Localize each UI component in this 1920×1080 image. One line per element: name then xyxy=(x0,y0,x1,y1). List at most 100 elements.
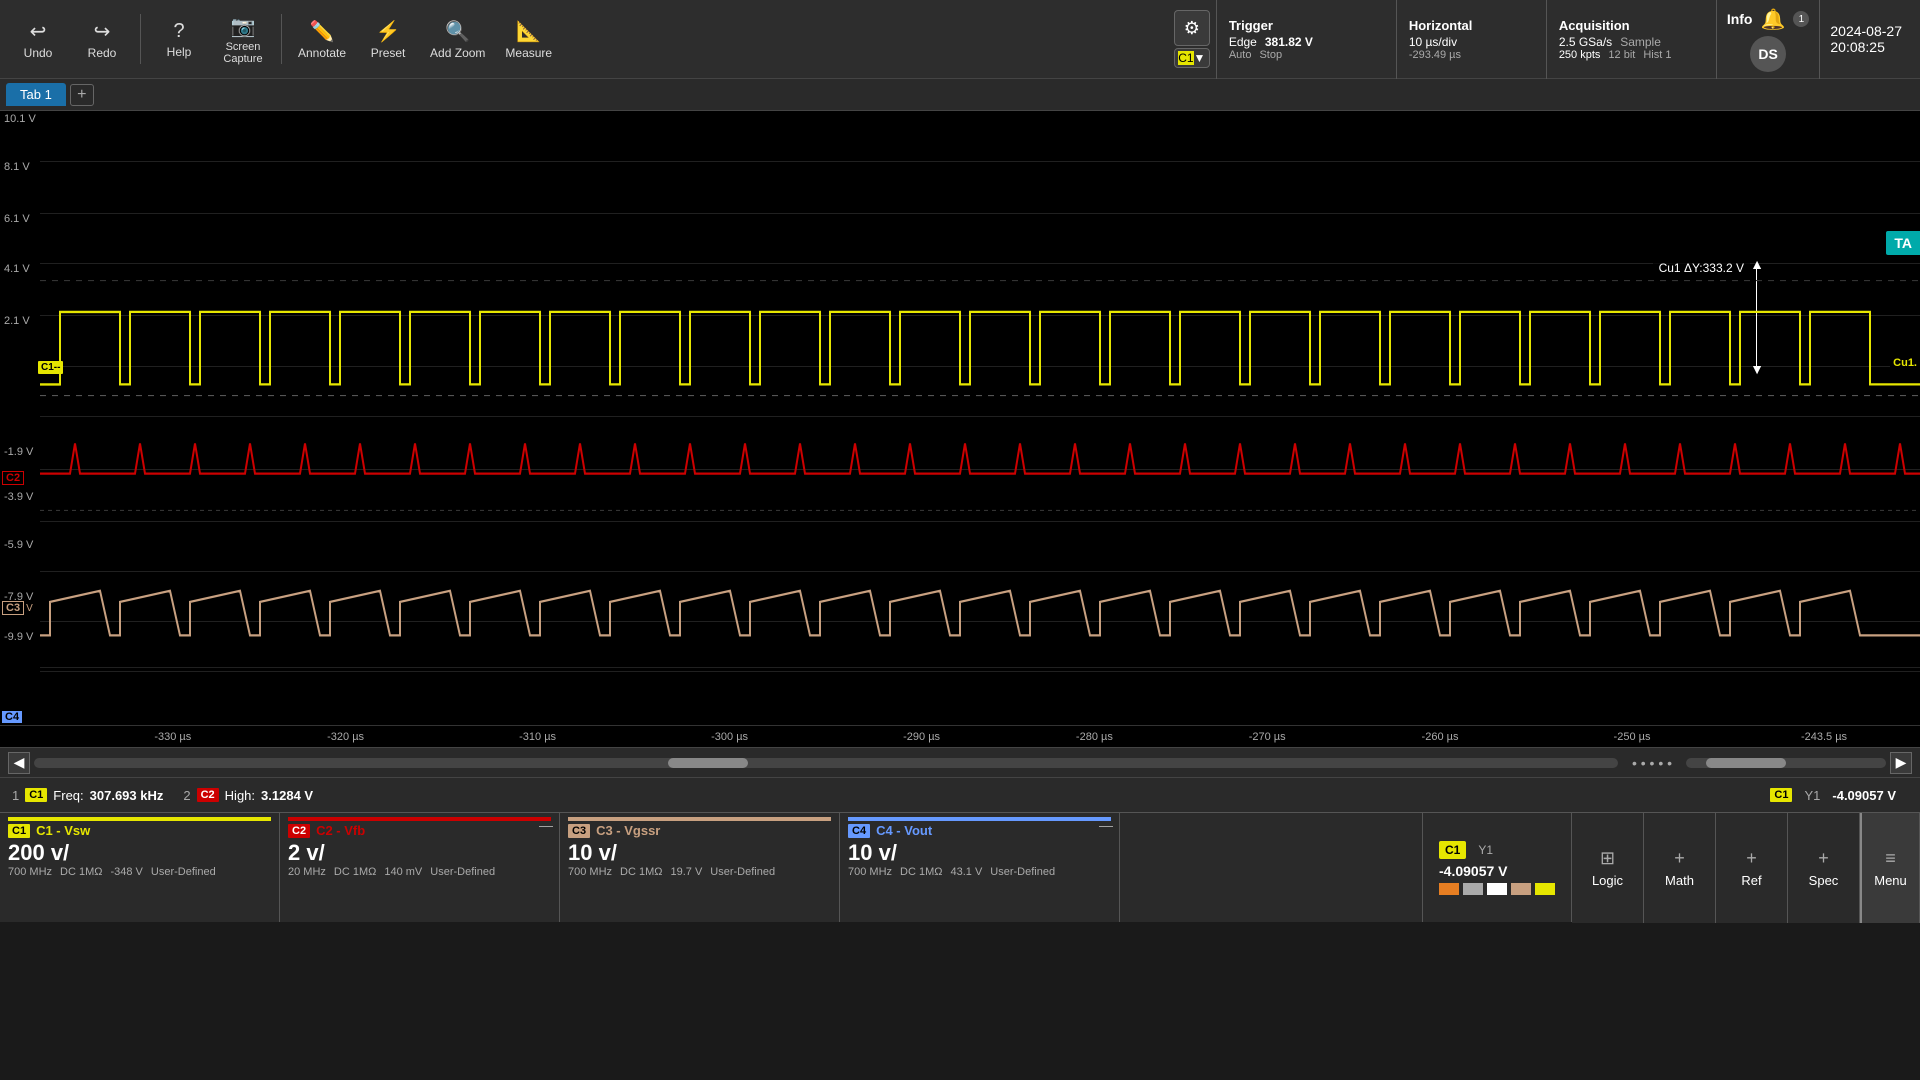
scroll-bar-area: ◀ • • • • • ▶ xyxy=(0,747,1920,777)
scroll-thumb[interactable] xyxy=(668,758,748,768)
time-label-5: -280 µs xyxy=(1076,731,1113,743)
screen-capture-label: ScreenCapture xyxy=(223,41,262,65)
add-zoom-button[interactable]: 🔍 Add Zoom xyxy=(422,4,493,74)
acquisition-mode: Sample xyxy=(1620,35,1661,49)
settings-button[interactable]: ⚙ xyxy=(1174,10,1210,46)
meas-num-0: 1 xyxy=(12,788,19,803)
c1-sub1: 700 MHz xyxy=(8,866,52,878)
scroll-left-button[interactable]: ◀ xyxy=(8,752,30,774)
preset-button[interactable]: ⚡ Preset xyxy=(358,4,418,74)
screen-capture-button[interactable]: 📷 ScreenCapture xyxy=(213,4,273,74)
y-label-0: 10.1 V xyxy=(4,113,36,125)
c2-close-button[interactable]: — xyxy=(539,817,553,833)
c4-name: C4 - Vout xyxy=(876,823,932,838)
dropdown-arrow: ▼ xyxy=(1194,51,1206,65)
info-title: Info xyxy=(1727,11,1753,27)
c4-main-val: 10 v/ xyxy=(848,840,1111,866)
help-button[interactable]: ? Help xyxy=(149,4,209,74)
redo-label: Redo xyxy=(88,46,117,60)
c2-sub4: User-Defined xyxy=(430,866,495,878)
scroll-right-button[interactable]: ▶ xyxy=(1890,752,1912,774)
undo-icon: ↩ xyxy=(30,19,47,44)
c2-name: C2 - Vfb xyxy=(316,823,365,838)
add-tab-button[interactable]: + xyxy=(70,84,94,106)
scroll-thumb-right[interactable] xyxy=(1706,758,1786,768)
c4-title: C4 C4 - Vout — xyxy=(848,823,1111,838)
datetime-col: 2024-08-27 20:08:25 xyxy=(1819,0,1912,79)
y1-ch-badge: C1 xyxy=(1439,841,1466,859)
c2-sub-info: 20 MHz DC 1MΩ 140 mV User-Defined xyxy=(288,866,551,878)
bell-badge: 1 xyxy=(1793,11,1809,27)
c4-close-button[interactable]: — xyxy=(1099,817,1113,833)
time-label-4: -290 µs xyxy=(903,731,940,743)
time-label-6: -270 µs xyxy=(1249,731,1286,743)
acquisition-rate: 2.5 GSa/s xyxy=(1559,35,1612,49)
ref-button[interactable]: + Ref xyxy=(1716,813,1788,923)
channel-c1-info: C1 C1 - Vsw 200 v/ 700 MHz DC 1MΩ -348 V… xyxy=(0,813,280,922)
c3-badge: C3 xyxy=(568,824,590,838)
scroll-dots: • • • • • xyxy=(1622,755,1682,771)
help-label: Help xyxy=(167,45,192,59)
c2-main-val: 2 v/ xyxy=(288,840,551,866)
channel-select-button[interactable]: C1 ▼ xyxy=(1174,48,1210,68)
meas-num-1: 2 xyxy=(183,788,190,803)
meas-item-1: 2 C2 High: 3.1284 V xyxy=(183,788,313,803)
swatch-yellow xyxy=(1535,883,1555,895)
info-col: Info 🔔 1 DS xyxy=(1716,0,1820,79)
c3-marker: C3 V xyxy=(2,601,33,615)
right-measurement: C1 Y1 -4.09057 V xyxy=(1770,788,1908,803)
scroll-track[interactable] xyxy=(34,758,1618,768)
swatch-orange xyxy=(1439,883,1459,895)
annotate-button[interactable]: ✏️ Annotate xyxy=(290,4,354,74)
horizontal-title: Horizontal xyxy=(1409,18,1534,33)
acquisition-panel: Acquisition 2.5 GSa/s Sample 250 kpts 12… xyxy=(1546,0,1716,79)
measure-button[interactable]: 📐 Measure xyxy=(497,4,560,74)
channel-c1-badge: C1 xyxy=(1178,51,1193,65)
time-axis: -330 µs -320 µs -310 µs -300 µs -290 µs … xyxy=(0,725,1920,747)
c2-sub2: DC 1MΩ xyxy=(334,866,376,878)
swatch-white xyxy=(1487,883,1507,895)
c3-sub1: 700 MHz xyxy=(568,866,612,878)
separator xyxy=(140,14,141,64)
swatch-gray xyxy=(1463,883,1483,895)
annotate-icon: ✏️ xyxy=(310,19,335,44)
math-icon: + xyxy=(1674,848,1685,869)
undo-label: Undo xyxy=(24,46,53,60)
channel-c3-info: C3 C3 - Vgssr 10 v/ 700 MHz DC 1MΩ 19.7 … xyxy=(560,813,840,922)
redo-button[interactable]: ↪ Redo xyxy=(72,4,132,74)
c1-sub-info: 700 MHz DC 1MΩ -348 V User-Defined xyxy=(8,866,271,878)
c1-color-line xyxy=(8,817,271,821)
c3-name: C3 - Vgssr xyxy=(596,823,660,838)
c4-badge: C4 xyxy=(848,824,870,838)
spec-label: Spec xyxy=(1809,873,1839,888)
date-display: 2024-08-27 xyxy=(1830,23,1902,39)
toolbar: ↩ Undo ↪ Redo ? Help 📷 ScreenCapture ✏️ … xyxy=(0,0,1920,79)
undo-button[interactable]: ↩ Undo xyxy=(8,4,68,74)
tab-1[interactable]: Tab 1 xyxy=(6,83,66,106)
time-label-8: -250 µs xyxy=(1614,731,1651,743)
acquisition-hist: Hist 1 xyxy=(1643,49,1671,61)
c2-badge: C2 xyxy=(288,824,310,838)
ds-icon[interactable]: DS xyxy=(1750,36,1786,72)
right-panels: ⚙ C1 ▼ Trigger Edge 381.82 V Auto Stop H… xyxy=(1168,0,1912,79)
spec-button[interactable]: + Spec xyxy=(1788,813,1860,923)
c1-sub3: -348 V xyxy=(110,866,142,878)
math-button[interactable]: + Math xyxy=(1644,813,1716,923)
scroll-track-right[interactable] xyxy=(1686,758,1886,768)
trigger-state: Stop xyxy=(1259,49,1282,61)
waveform-area[interactable]: TA 10.1 V 8.1 V 6.1 V 4.1 V 2.1 V -1.9 V… xyxy=(0,111,1920,747)
channel-c4-info: C4 C4 - Vout — 10 v/ 700 MHz DC 1MΩ 43.1… xyxy=(840,813,1120,922)
c3-main-val: 10 v/ xyxy=(568,840,831,866)
bell-icon[interactable]: 🔔 xyxy=(1760,7,1785,32)
c2-marker: C2 xyxy=(2,471,24,485)
meas-ch-0: C1 xyxy=(25,788,47,802)
c3-title: C3 C3 - Vgssr xyxy=(568,823,831,838)
logic-button[interactable]: ⊞ Logic xyxy=(1572,813,1644,923)
ref-label: Ref xyxy=(1741,873,1761,888)
acquisition-bits: 12 bit xyxy=(1608,49,1635,61)
channel-info-bar: C1 C1 - Vsw 200 v/ 700 MHz DC 1MΩ -348 V… xyxy=(0,812,1920,922)
annotate-label: Annotate xyxy=(298,46,346,60)
camera-icon: 📷 xyxy=(231,14,256,39)
c1-badge: C1 xyxy=(8,824,30,838)
menu-button[interactable]: ≡ Menu xyxy=(1860,813,1920,923)
